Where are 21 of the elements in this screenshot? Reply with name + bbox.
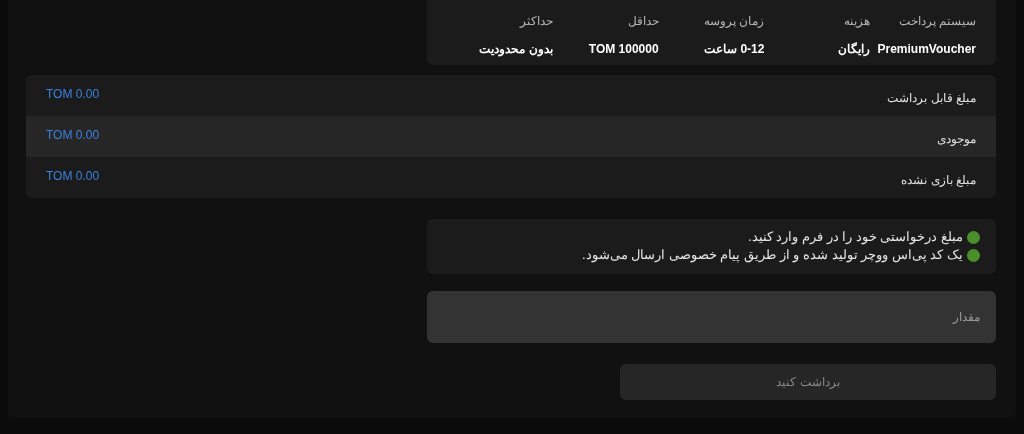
column-header: حداکثر [518, 13, 553, 30]
bullet-icon [967, 248, 980, 262]
column-value: بدون محدودیت [478, 41, 553, 58]
balance-label: مبلغ بازی نشده [901, 172, 976, 189]
column-value: TOM 100000 [587, 41, 659, 58]
column-header: زمان پروسه [703, 13, 765, 30]
instruction-text: یک کد پی‌اس ووچر تولید شده و از طریق پیام خصوصی ارسال می‌شود. [582, 246, 963, 265]
column-header: هزینه [843, 13, 871, 30]
bullet-icon [967, 230, 980, 244]
column-header: سیستم پرداخت [897, 13, 976, 30]
balance-label: موجودی [937, 131, 976, 148]
column-header: حداقل [626, 13, 659, 30]
balance-label: مبلغ قابل برداشت [887, 90, 976, 107]
balance-amount: TOM 0.00 [46, 86, 100, 103]
column-value: رایگان [837, 41, 871, 58]
amount-field[interactable]: مقدار [427, 291, 996, 343]
instruction-text: مبلغ درخواستی خود را در فرم وارد کنید. [748, 228, 963, 247]
column-value: PremiumVoucher [876, 41, 976, 58]
column-value: 0-12 ساعت [703, 41, 765, 58]
balance-amount: TOM 0.00 [46, 168, 100, 185]
balance-amount: TOM 0.00 [46, 127, 100, 144]
